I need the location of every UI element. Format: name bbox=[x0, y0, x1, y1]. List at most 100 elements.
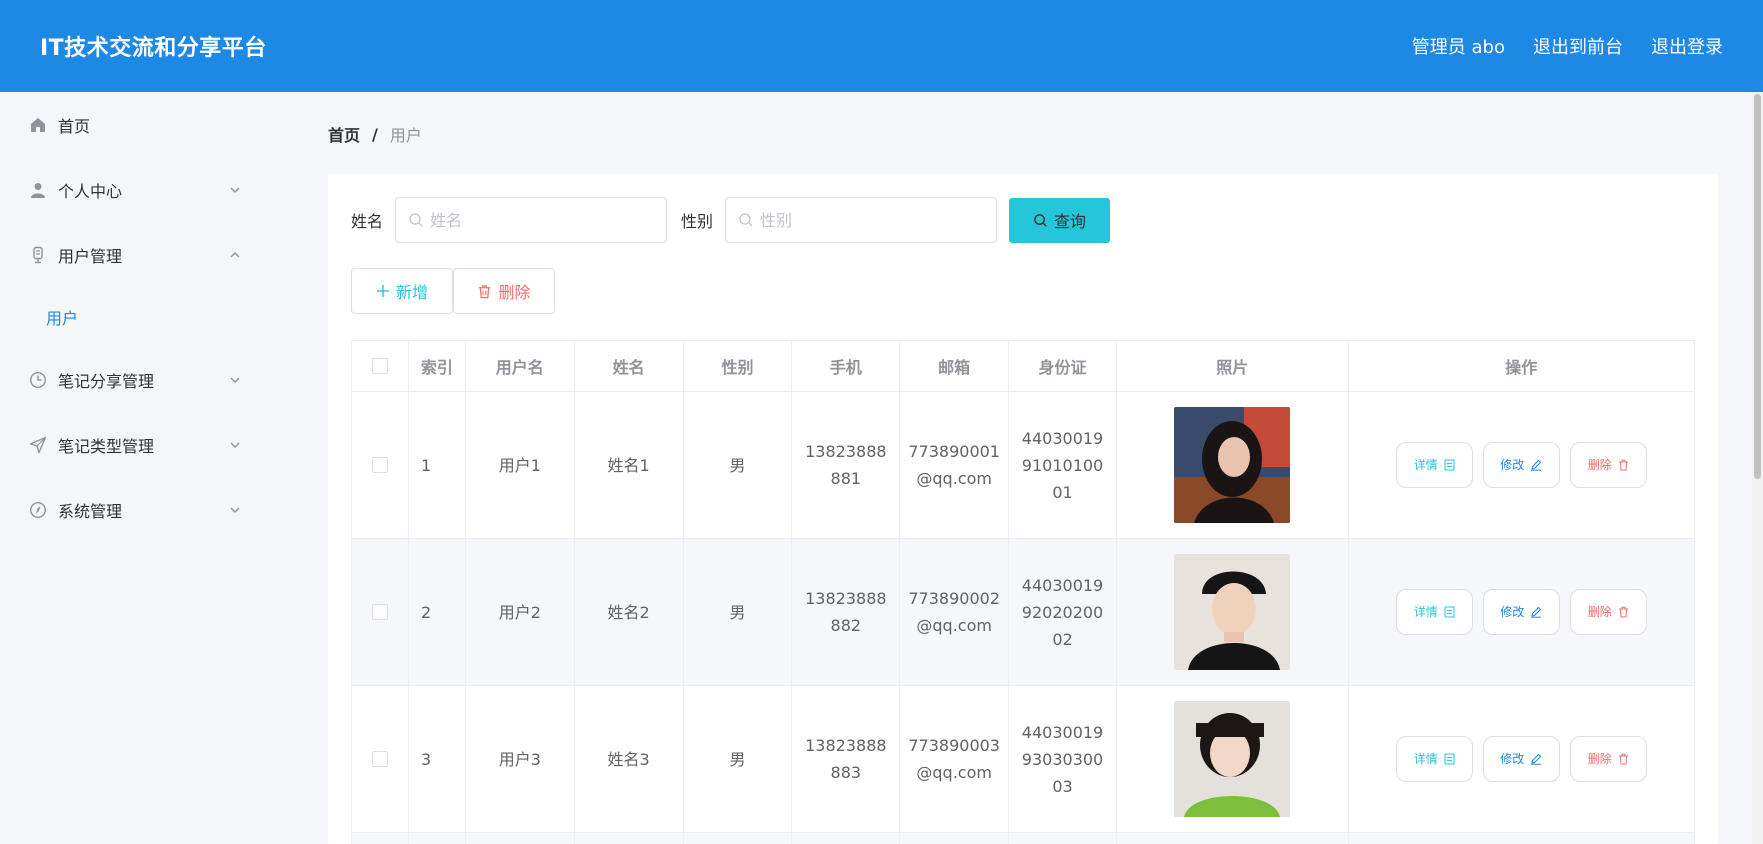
select-all-checkbox[interactable] bbox=[371, 358, 388, 374]
cell-photo bbox=[1117, 686, 1349, 832]
sidebar-item-system[interactable]: 系统管理 bbox=[0, 477, 298, 542]
table-row bbox=[352, 833, 1694, 844]
app-title: IT技术交流和分享平台 bbox=[40, 36, 267, 61]
trash-icon bbox=[1618, 606, 1628, 618]
row-checkbox[interactable] bbox=[371, 604, 388, 620]
row-select-cell bbox=[352, 686, 409, 832]
delete-button-label: 删除 bbox=[1587, 604, 1612, 619]
sidebar-item-note-type[interactable]: 笔记类型管理 bbox=[0, 412, 298, 477]
breadcrumb-current: 用户 bbox=[389, 126, 422, 145]
admin-label: 管理员 abo bbox=[1411, 37, 1505, 58]
cell-phone bbox=[792, 833, 901, 844]
detail-button-label: 详情 bbox=[1413, 457, 1438, 472]
batch-delete-button[interactable]: 删除 bbox=[453, 268, 555, 314]
delete-button[interactable]: 删除 bbox=[1569, 736, 1647, 782]
cell-username: 用户2 bbox=[466, 539, 575, 685]
cell-phone-wrap: 13823888881 bbox=[792, 392, 901, 538]
row-checkbox[interactable] bbox=[371, 457, 388, 473]
user-photo bbox=[1174, 407, 1291, 523]
compass-icon bbox=[28, 500, 48, 520]
sidebar-subitem-user[interactable]: 用户 bbox=[0, 287, 298, 347]
detail-button[interactable]: 详情 bbox=[1395, 442, 1473, 488]
cell-username bbox=[466, 833, 575, 844]
delete-button[interactable]: 删除 bbox=[1569, 442, 1647, 488]
edit-icon bbox=[1531, 606, 1542, 618]
user-photo bbox=[1174, 554, 1291, 670]
cell-email: 773890003@qq.com bbox=[908, 736, 1000, 782]
document-icon bbox=[1444, 753, 1455, 765]
name-search-input[interactable] bbox=[430, 210, 651, 230]
edit-button[interactable]: 修改 bbox=[1482, 442, 1560, 488]
name-search-field[interactable] bbox=[395, 197, 668, 243]
detail-button-label: 详情 bbox=[1413, 604, 1438, 619]
query-button[interactable]: 查询 bbox=[1009, 197, 1111, 243]
scrollbar-thumb[interactable] bbox=[1754, 94, 1761, 479]
breadcrumb-home[interactable]: 首页 bbox=[328, 122, 360, 146]
trash-icon bbox=[479, 284, 491, 298]
exit-to-front-link[interactable]: 退出到前台 bbox=[1533, 33, 1623, 59]
breadcrumb-separator: / bbox=[372, 124, 378, 144]
user-manage-icon bbox=[28, 245, 48, 265]
row-select-cell bbox=[352, 833, 409, 844]
column-header-id-card: 身份证 bbox=[1009, 341, 1117, 391]
detail-button[interactable]: 详情 bbox=[1395, 589, 1473, 635]
cell-photo bbox=[1117, 833, 1349, 844]
column-header-name: 姓名 bbox=[575, 341, 684, 391]
sex-search-field[interactable] bbox=[725, 197, 998, 243]
edit-button[interactable]: 修改 bbox=[1482, 589, 1560, 635]
cell-username: 用户3 bbox=[466, 686, 575, 832]
header-actions: 管理员 abo 退出到前台 退出登录 bbox=[1412, 33, 1723, 59]
sidebar-item-label: 系统管理 bbox=[58, 501, 123, 521]
row-actions: 详情 修改 删除 bbox=[1395, 442, 1647, 488]
sex-search-input[interactable] bbox=[760, 210, 981, 230]
edit-button[interactable]: 修改 bbox=[1482, 736, 1560, 782]
delete-button-label: 删除 bbox=[1587, 457, 1612, 472]
logout-link[interactable]: 退出登录 bbox=[1651, 33, 1723, 59]
clock-icon bbox=[28, 370, 48, 390]
page-scrollbar[interactable] bbox=[1752, 92, 1763, 844]
sidebar-item-personal-center[interactable]: 个人中心 bbox=[0, 157, 298, 222]
sidebar-item-user-manage[interactable]: 用户管理 bbox=[0, 222, 298, 287]
cell-index bbox=[409, 833, 466, 844]
table-row: 3 用户3 姓名3 男 13823888883 773890003@qq.com… bbox=[352, 686, 1694, 833]
column-header-photo: 照片 bbox=[1117, 341, 1349, 391]
user-photo bbox=[1174, 701, 1291, 817]
cell-email-wrap: 773890001@qq.com bbox=[900, 392, 1010, 538]
send-icon bbox=[28, 435, 48, 455]
table-row: 2 用户2 姓名2 男 13823888882 773890002@qq.com… bbox=[352, 539, 1694, 686]
column-header-phone: 手机 bbox=[792, 341, 901, 391]
edit-button-label: 修改 bbox=[1500, 751, 1525, 766]
row-checkbox[interactable] bbox=[371, 751, 388, 767]
cell-actions: 详情 修改 删除 bbox=[1349, 392, 1694, 538]
cell-actions: 详情 修改 删除 bbox=[1349, 686, 1694, 832]
sidebar-item-home[interactable]: 首页 bbox=[0, 92, 298, 157]
cell-sex: 男 bbox=[684, 686, 793, 832]
chevron-down-icon bbox=[230, 442, 240, 448]
table-header: 索引 用户名 姓名 性别 手机 邮箱 身份证 照片 操作 bbox=[352, 341, 1694, 392]
edit-icon bbox=[1531, 753, 1542, 765]
main-card: 姓名 性别 查询 新增 删除 索引 用户名 姓名 性别 bbox=[328, 174, 1718, 844]
edit-icon bbox=[1531, 459, 1542, 471]
cell-name: 姓名1 bbox=[575, 392, 684, 538]
sidebar-item-label: 个人中心 bbox=[58, 181, 123, 201]
cell-username: 用户1 bbox=[466, 392, 575, 538]
cell-id-card-wrap: 440300199303030003 bbox=[1009, 686, 1117, 832]
delete-button[interactable]: 删除 bbox=[1569, 589, 1647, 635]
cell-sex bbox=[684, 833, 793, 844]
sex-label: 性别 bbox=[681, 212, 714, 231]
add-button[interactable]: 新增 bbox=[351, 268, 453, 314]
sidebar-item-label: 笔记类型管理 bbox=[58, 436, 155, 456]
cell-index: 3 bbox=[409, 686, 466, 832]
sidebar-item-label: 首页 bbox=[58, 116, 91, 136]
cell-phone-wrap: 13823888882 bbox=[792, 539, 901, 685]
sidebar-item-note-share[interactable]: 笔记分享管理 bbox=[0, 347, 298, 412]
cell-id-card bbox=[1009, 833, 1117, 844]
cell-phone: 13823888882 bbox=[805, 589, 887, 635]
row-actions: 详情 修改 删除 bbox=[1395, 589, 1647, 635]
detail-button[interactable]: 详情 bbox=[1395, 736, 1473, 782]
sidebar: 首页 个人中心 用户管理 用户 笔记分享管理 笔记类型管理 系统管理 bbox=[0, 92, 298, 844]
home-icon bbox=[28, 115, 48, 135]
table-row: 1 用户1 姓名1 男 13823888881 773890001@qq.com… bbox=[352, 392, 1694, 539]
add-button-label: 新增 bbox=[395, 283, 428, 302]
row-select-cell bbox=[352, 539, 409, 685]
